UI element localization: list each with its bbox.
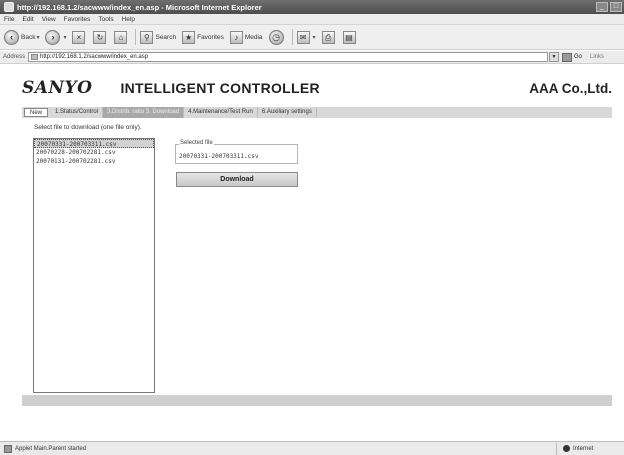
app-title: INTELLIGENT CONTROLLER (120, 80, 320, 96)
minimize-button[interactable]: _ (596, 2, 608, 12)
window-title: http://192.168.1.2/sacwww/index_en.asp -… (17, 2, 262, 12)
favorites-button[interactable]: ★ Favorites (182, 30, 224, 44)
refresh-icon: ↻ (93, 30, 107, 44)
selected-file-group: Selected file 20070331-200703311.csv (175, 140, 298, 164)
refresh-button[interactable]: ↻ (93, 30, 108, 44)
maximize-button[interactable]: □ (610, 2, 622, 12)
tab-auxiliary-settings[interactable]: 6.Auxiliary settings (258, 107, 317, 118)
links-button[interactable]: Links (590, 54, 604, 60)
address-dropdown-button[interactable]: ▼ (549, 52, 560, 62)
stop-button[interactable]: × (72, 30, 87, 44)
ie-logo-icon (4, 2, 14, 12)
back-button[interactable]: ‹ Back ▾ (4, 29, 40, 45)
search-button[interactable]: ⚲ Search (140, 30, 177, 44)
go-arrow-icon (562, 52, 573, 62)
file-list-item[interactable]: 20070228-200702281.csv (34, 148, 154, 157)
zone-label: Internet (573, 445, 594, 452)
search-icon: ⚲ (140, 30, 154, 44)
brand-logo: SANYO (22, 78, 93, 98)
selected-file-value: 20070331-200703311.csv (179, 153, 259, 160)
browser-statusbar: Applet Main.Parent started Internet (0, 441, 624, 455)
download-instruction: Select file to download (one file only). (34, 124, 142, 131)
media-button[interactable]: ♪ Media (229, 30, 263, 44)
home-icon: ⌂ (114, 30, 128, 44)
stop-icon: × (72, 30, 86, 44)
search-label: Search (155, 33, 177, 41)
star-icon: ★ (182, 30, 196, 44)
page-content: SANYO INTELLIGENT CONTROLLER AAA Co.,Ltd… (0, 65, 624, 441)
toolbar-separator (291, 29, 293, 45)
security-zone: Internet (556, 442, 624, 455)
history-icon: ◷ (268, 29, 284, 45)
page-icon (31, 54, 39, 60)
history-button[interactable]: ◷ (268, 29, 286, 45)
nav-tabs: New 1.Status/Control 3.Distrib. ratio 3.… (22, 107, 612, 118)
menu-help[interactable]: Help (122, 16, 135, 23)
back-label: Back (21, 33, 36, 41)
edit-page-icon: ▤ (342, 30, 356, 44)
menu-bar: File Edit View Favorites Tools Help (0, 14, 624, 25)
mail-icon: ✉ (296, 30, 310, 44)
window-titlebar: http://192.168.1.2/sacwww/index_en.asp -… (0, 0, 624, 14)
tab-status-control[interactable]: 1.Status/Control (51, 107, 104, 118)
home-button[interactable]: ⌂ (114, 30, 129, 44)
status-message: Applet Main.Parent started (15, 445, 87, 452)
menu-edit[interactable]: Edit (22, 16, 33, 23)
media-icon: ♪ (229, 30, 243, 44)
tab-maintenance[interactable]: 4.Maintenance/Test Run (184, 107, 258, 118)
tab-distrib-download[interactable]: 3.Distrib. ratio 3. Download (103, 107, 185, 118)
address-url: http://192.168.1.2/sacwww/index_en.asp (40, 54, 149, 60)
menu-tools[interactable]: Tools (98, 16, 113, 23)
company-name: AAA Co.,Ltd. (529, 80, 612, 96)
chevron-down-icon: ▾ (36, 34, 40, 41)
back-arrow-icon: ‹ (4, 29, 19, 45)
forward-arrow-icon: › (45, 29, 61, 45)
favorites-label: Favorites (197, 33, 224, 41)
print-button[interactable]: ⎙ (321, 30, 337, 44)
applet-icon (4, 444, 12, 453)
file-list-item[interactable]: 20070331-200703311.csv (34, 139, 154, 148)
app-header: SANYO INTELLIGENT CONTROLLER AAA Co.,Ltd… (22, 76, 612, 100)
go-button[interactable]: Go (562, 52, 583, 62)
address-bar: Address http://192.168.1.2/sacwww/index_… (0, 51, 624, 64)
go-label: Go (574, 54, 583, 60)
forward-button[interactable]: › ▾ (45, 29, 67, 45)
media-label: Media (244, 33, 263, 41)
chevron-down-icon: ▾ (312, 34, 316, 41)
menu-file[interactable]: File (4, 16, 14, 23)
footer-bar (22, 395, 612, 406)
chevron-down-icon: ▾ (63, 34, 67, 41)
address-input[interactable]: http://192.168.1.2/sacwww/index_en.asp (28, 52, 549, 62)
mail-button[interactable]: ✉ ▾ (296, 30, 316, 44)
selected-file-legend: Selected file (179, 140, 214, 146)
browser-toolbar: ‹ Back ▾ › ▾ × ↻ ⌂ ⚲ Search ★ Favorites … (0, 25, 624, 50)
file-list[interactable]: 20070331-200703311.csv 20070228-20070228… (33, 138, 155, 393)
edit-button[interactable]: ▤ (342, 30, 358, 44)
new-button[interactable]: New (24, 108, 49, 117)
address-label: Address (3, 54, 26, 60)
menu-favorites[interactable]: Favorites (64, 16, 91, 23)
menu-view[interactable]: View (42, 16, 56, 23)
print-icon: ⎙ (321, 30, 335, 44)
download-button[interactable]: Download (176, 172, 298, 187)
globe-icon (563, 445, 570, 452)
toolbar-separator (135, 29, 137, 45)
file-list-item[interactable]: 20070131-200702281.csv (34, 157, 154, 166)
